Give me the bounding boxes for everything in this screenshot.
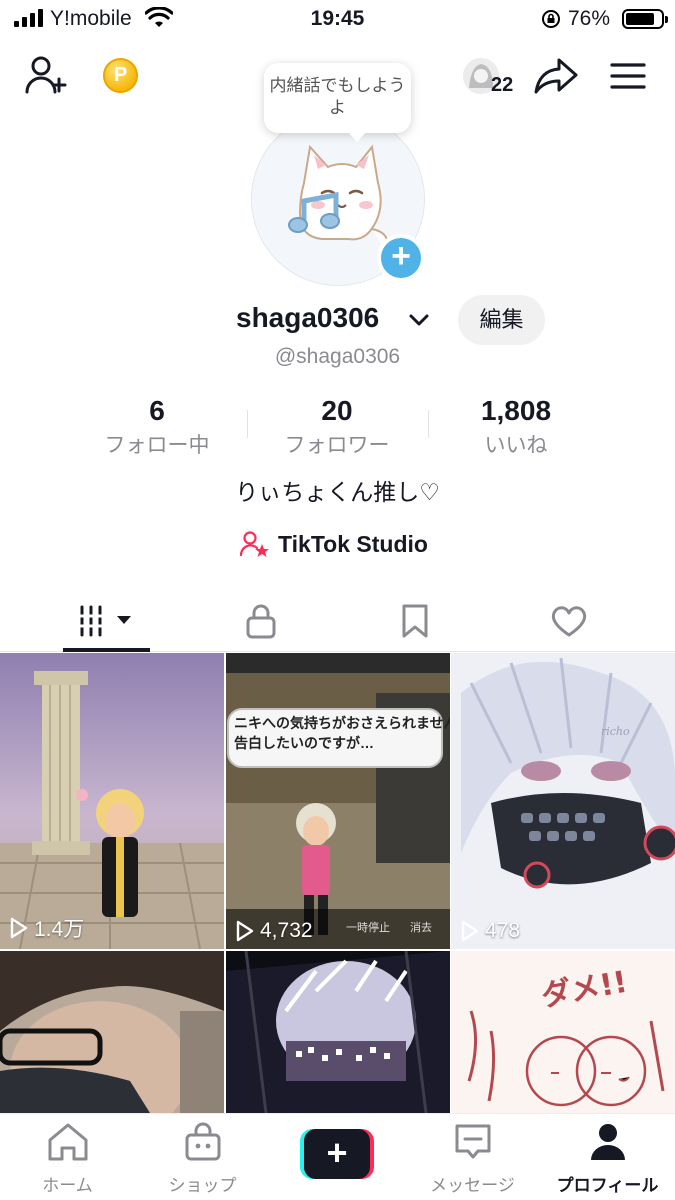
add-avatar-button[interactable]: + [377, 234, 425, 282]
play-icon [236, 920, 254, 942]
edit-profile-button[interactable]: 編集 [458, 295, 545, 345]
rotation-lock-icon [542, 10, 560, 28]
status-bubble[interactable]: 内緒話でもしようよ [264, 63, 411, 142]
stat-followers-label: フォロワー [284, 434, 390, 457]
bottom-navigation: ホーム ショップ + メッセージ プロフィール [0, 1113, 675, 1200]
play-icon [461, 920, 479, 942]
stat-likes[interactable]: 1,808 いいね [421, 395, 611, 459]
thumbnail-art: ダメ!! [451, 951, 675, 1113]
profile-bio: りぃちょくん推し♡ [235, 479, 440, 505]
tiktok-studio-link[interactable]: TikTok Studio [240, 530, 428, 558]
share-icon[interactable] [533, 57, 579, 95]
thumbnail-art [226, 951, 450, 1113]
nav-shop[interactable]: ショップ [135, 1122, 270, 1196]
create-button[interactable]: + [300, 1129, 374, 1179]
stat-following-label: フォロー中 [104, 434, 210, 457]
nav-profile-label: プロフィール [556, 1176, 659, 1195]
user-handle: @shaga0306 [274, 345, 401, 368]
thumbnail-art: richo [451, 653, 675, 949]
video-thumbnail[interactable] [226, 951, 450, 1113]
video-overlay-line2: 告白したいのですが… [234, 735, 374, 751]
notification-count: 22 [491, 74, 514, 96]
coin-letter: P [113, 64, 128, 86]
tab-videos[interactable] [22, 590, 190, 652]
status-bar: Y!mobile 19:45 76% [0, 0, 675, 40]
thumbnail-art [0, 951, 224, 1113]
video-thumbnail[interactable]: richo 478 [451, 653, 675, 949]
coin-icon[interactable]: P [103, 58, 138, 93]
tab-private[interactable] [177, 590, 345, 652]
bookmark-icon [402, 604, 428, 638]
chevron-down-icon[interactable] [408, 312, 430, 328]
nav-shop-label: ショップ [168, 1176, 237, 1195]
tab-liked[interactable] [485, 590, 653, 652]
view-count-text: 478 [485, 919, 521, 942]
view-count: 4,732 [236, 919, 313, 943]
home-icon [48, 1123, 87, 1161]
artist-signature: richo [601, 725, 630, 738]
nav-inbox-label: メッセージ [430, 1176, 515, 1195]
view-count-text: 4,732 [260, 919, 313, 942]
username[interactable]: shaga0306 [236, 302, 379, 334]
stat-likes-label: いいね [484, 434, 548, 457]
inbox-icon [455, 1124, 490, 1159]
pause-label: 一時停止 [346, 922, 390, 934]
nav-home-label: ホーム [42, 1176, 93, 1195]
menu-icon[interactable] [610, 62, 646, 90]
video-thumbnail[interactable]: ダメ!! [451, 951, 675, 1113]
nav-home[interactable]: ホーム [0, 1122, 135, 1196]
video-thumbnail[interactable]: 1.4万 [0, 653, 224, 949]
studio-label: TikTok Studio [278, 530, 428, 557]
thumbnail-art [0, 653, 224, 949]
shop-icon [185, 1122, 220, 1161]
view-count-text: 1.4万 [34, 918, 85, 941]
video-thumbnail[interactable] [0, 951, 224, 1113]
view-count: 1.4万 [10, 913, 84, 943]
create-icon: + [304, 1129, 370, 1179]
nav-inbox[interactable]: メッセージ [405, 1122, 540, 1196]
video-thumbnail[interactable]: ニキへの気持ちがおさえられません 告白したいのですが… 一時停止 消去 4,73… [226, 653, 450, 949]
videos-grid-icon [80, 605, 131, 637]
stat-likes-value: 1,808 [480, 395, 552, 426]
lock-icon [246, 604, 276, 639]
add-user-icon[interactable] [25, 55, 69, 95]
stat-following-value: 6 [149, 395, 165, 426]
battery-icon [622, 9, 668, 29]
video-overlay-text: ニキへの気持ちがおさえられません 告白したいのですが… [234, 713, 450, 753]
studio-person-star-icon [240, 531, 269, 557]
active-tab-indicator [63, 648, 150, 652]
stat-followers[interactable]: 20 フォロワー [242, 395, 432, 459]
tab-saved[interactable] [331, 590, 499, 652]
play-icon [10, 917, 28, 939]
thumbnail-art [226, 653, 450, 949]
delete-label: 消去 [410, 922, 432, 934]
stat-following[interactable]: 6 フォロー中 [62, 395, 252, 459]
video-overlay-line1: ニキへの気持ちがおさえられません [234, 715, 450, 731]
battery-percent: 76% [568, 7, 611, 30]
nav-profile[interactable]: プロフィール [540, 1122, 675, 1196]
profile-tabs [0, 590, 675, 652]
stat-followers-value: 20 [321, 395, 353, 426]
heart-icon [551, 606, 587, 637]
profile-icon [590, 1124, 625, 1160]
view-count: 478 [461, 919, 520, 943]
